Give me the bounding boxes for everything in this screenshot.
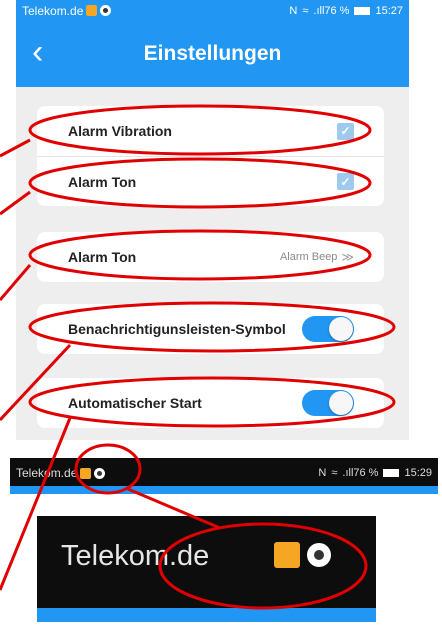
chevron-icon: ≫: [341, 250, 354, 264]
autostart-label: Automatischer Start: [68, 395, 202, 411]
app-bar: ‹ Einstellungen: [16, 21, 409, 87]
dial-icon: [100, 5, 112, 16]
battery-level: ⁠.ıll76 %: [313, 4, 350, 17]
carrier-label: Telekom.de: [16, 466, 78, 480]
alarm-sound-card: Alarm Ton Alarm Beep ≫: [37, 232, 384, 282]
battery-icon: [354, 6, 371, 15]
notification-card: Benachrichtigunsleisten-Symbol: [37, 304, 384, 354]
status-right: N ≈ .ıll76 % 15:29: [318, 467, 432, 485]
battery-icon: [383, 469, 400, 477]
status-right: N ≈ ⁠.ıll76 % 15:27: [289, 5, 403, 17]
zoomed-carrier-detail: Telekom.de: [37, 516, 376, 622]
alarm-ton-row[interactable]: Alarm Ton ✓: [37, 156, 384, 206]
wifi-icon: ≈: [331, 467, 338, 479]
alarm-sound-value: Alarm Beep: [279, 251, 338, 263]
carrier-label: Telekom.de: [22, 3, 84, 18]
page-title: Einstellungen: [143, 42, 282, 65]
alarm-settings-card: Alarm Vibration ✓ Alarm Ton ✓: [37, 106, 384, 206]
alarm-ton-label: Alarm Ton: [68, 173, 137, 190]
carrier-label: Telekom.de: [61, 540, 210, 572]
notification-icon-row: Benachrichtigunsleisten-Symbol: [37, 304, 384, 354]
zoomed-status-bar: Telekom.de N ≈ .ıll76 % 15:29: [10, 458, 438, 494]
dial-icon: [94, 467, 106, 479]
alarm-ton-checkbox[interactable]: ✓: [337, 173, 354, 190]
clock: 15:29: [404, 467, 432, 479]
status-bar: Telekom.de N ≈ ⁠.ıll76 % 15:27: [16, 0, 409, 21]
autostart-toggle[interactable]: [302, 390, 354, 416]
k-app-icon: [86, 5, 98, 16]
alarm-sound-label: Alarm Ton: [68, 249, 137, 265]
nfc-icon: N: [289, 4, 298, 17]
k-app-icon: [274, 542, 300, 568]
toggle-knob: [329, 391, 353, 415]
autostart-card: Automatischer Start: [37, 378, 384, 428]
toggle-knob: [329, 317, 353, 341]
alarm-vibration-checkbox[interactable]: ✓: [337, 122, 354, 140]
alarm-vibration-row[interactable]: Alarm Vibration ✓: [37, 106, 384, 156]
dial-icon: [307, 543, 331, 567]
alarm-vibration-label: Alarm Vibration: [68, 123, 172, 139]
nfc-icon: N: [318, 467, 327, 479]
autostart-row: Automatischer Start: [37, 378, 384, 428]
battery-level: .ıll76 %: [342, 467, 379, 479]
blue-strip: [10, 486, 438, 494]
alarm-sound-row[interactable]: Alarm Ton Alarm Beep ≫: [37, 232, 384, 282]
blue-strip: [37, 608, 376, 622]
notification-icon-label: Benachrichtigunsleisten-Symbol: [68, 321, 286, 337]
wifi-icon: ≈: [302, 4, 309, 17]
notification-icon-toggle[interactable]: [302, 316, 354, 342]
phone-screenshot: Telekom.de N ≈ ⁠.ıll76 % 15:27 ‹ Einstel…: [16, 0, 409, 440]
k-app-icon: [80, 467, 92, 479]
clock: 15:27: [375, 4, 403, 17]
